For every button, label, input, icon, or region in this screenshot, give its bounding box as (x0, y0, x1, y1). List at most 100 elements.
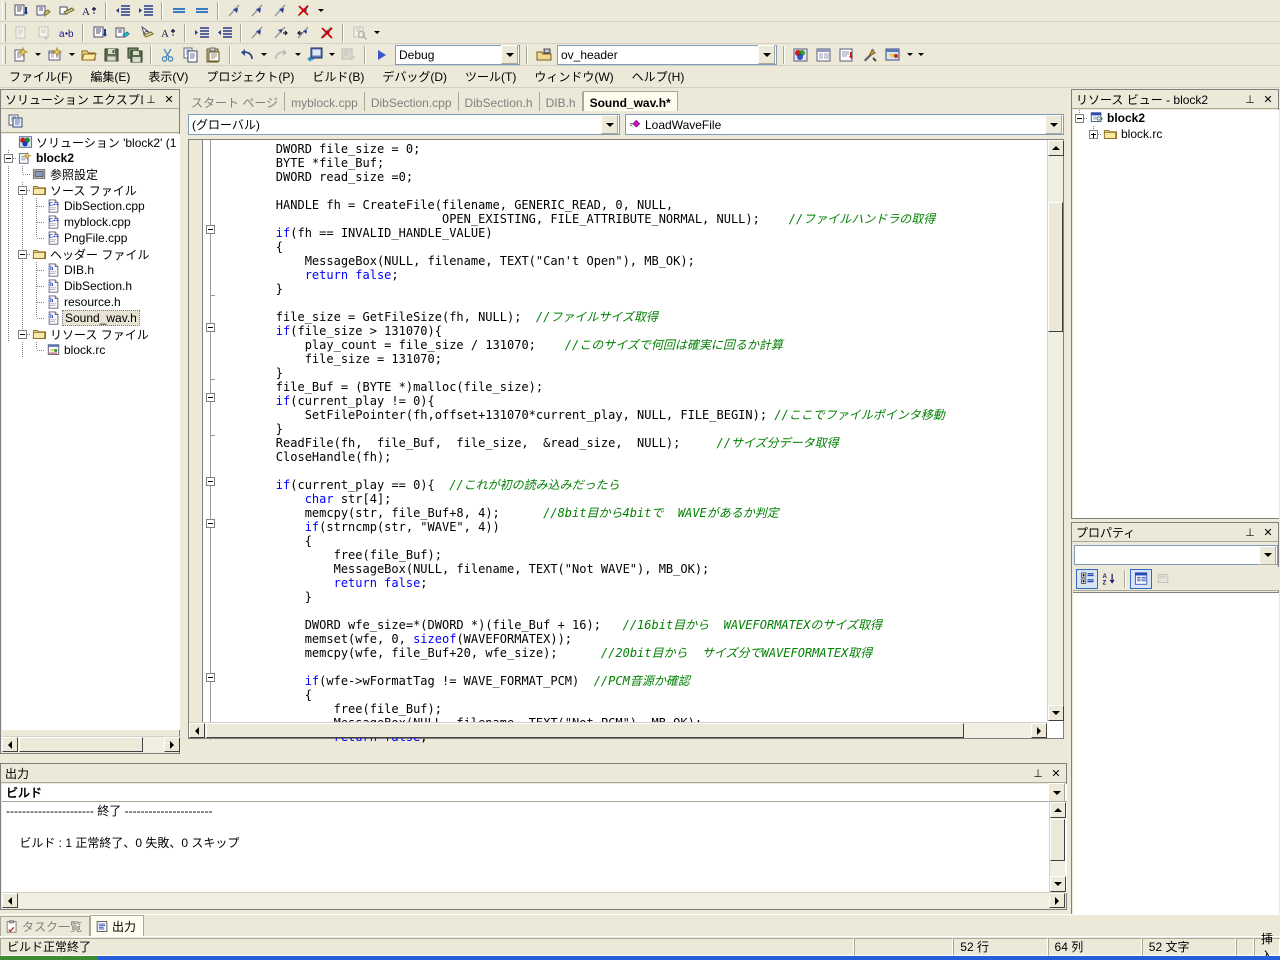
chevron-down-icon[interactable] (501, 45, 518, 64)
chevron-down-icon[interactable] (758, 45, 775, 64)
close-icon[interactable]: ✕ (1048, 766, 1064, 781)
menu-help[interactable]: ヘルプ(H) (623, 66, 694, 87)
tree-twisty-minus[interactable] (2, 150, 16, 166)
alphabetical-view-icon[interactable]: AZ (1098, 569, 1120, 589)
tree-item-source-folder[interactable]: ソース ファイル (2, 182, 180, 198)
toolbox-icon[interactable] (858, 44, 881, 66)
tree-item-project[interactable]: block2 (2, 150, 180, 166)
uncomment-block-icon[interactable] (32, 0, 55, 22)
navigate-back-icon[interactable] (303, 44, 326, 66)
scroll-up-button[interactable] (1048, 140, 1064, 156)
tree-item-rcproject[interactable]: C+ block2 (1073, 110, 1279, 126)
output-hscrollbar[interactable] (2, 892, 1065, 908)
tree-item-header-folder[interactable]: ヘッダー ファイル (2, 246, 180, 262)
paste-icon[interactable] (202, 44, 225, 66)
comment-block-icon[interactable] (9, 0, 32, 22)
editor-hscrollbar[interactable] (189, 722, 1047, 738)
menu-project[interactable]: プロジェクト(P) (197, 66, 303, 87)
save-icon[interactable] (100, 44, 123, 66)
toolbar-grip[interactable] (2, 45, 6, 64)
tree-twisty-minus[interactable] (16, 246, 30, 262)
prev-bookmark-icon[interactable] (292, 22, 315, 44)
add-item-dropdown[interactable] (66, 44, 77, 66)
tree-item-file[interactable]: h resource.h (2, 294, 180, 310)
vscroll-thumb[interactable] (1048, 202, 1063, 332)
tree-item-file[interactable]: C++ DibSection.cpp (2, 198, 180, 214)
toolbar-grip[interactable] (2, 23, 6, 42)
find-combo[interactable]: ov_header (557, 44, 777, 65)
fold-toggle[interactable] (206, 393, 215, 402)
output-source-selector[interactable]: ビルド (2, 783, 1067, 802)
hscroll-thumb[interactable] (206, 723, 964, 738)
properties-window-icon[interactable] (812, 44, 835, 66)
find-symbol-icon[interactable] (348, 22, 371, 44)
fold-toggle[interactable] (206, 323, 215, 332)
menu-view[interactable]: 表示(V) (139, 66, 197, 87)
indent-increase-icon[interactable] (134, 0, 157, 22)
scroll-left-button[interactable] (189, 723, 205, 738)
toolbar-grip[interactable] (2, 1, 6, 20)
pin-icon[interactable]: ⊥ (1242, 525, 1258, 540)
start-debug-icon[interactable] (370, 44, 393, 66)
toolbar-more-arrow[interactable] (904, 44, 915, 66)
bookmark-toggle-icon[interactable] (223, 0, 246, 22)
tab-dib-h[interactable]: DIB.h (540, 92, 583, 111)
tab-myblock-cpp[interactable]: myblock.cpp (285, 92, 365, 111)
outdent-icon[interactable] (190, 22, 213, 44)
tree-twisty-minus[interactable] (1073, 110, 1087, 126)
close-icon[interactable]: ✕ (1260, 92, 1276, 107)
toggle-bookmark-icon[interactable] (246, 22, 269, 44)
tree-twisty-plus[interactable] (1087, 126, 1101, 142)
menu-debug[interactable]: デバッグ(D) (373, 66, 456, 87)
scroll-right-button[interactable] (1049, 893, 1065, 908)
navigate-dropdown[interactable] (326, 44, 337, 66)
bottom-tab-tasklist[interactable]: タスク一覧 (0, 916, 91, 936)
tree-item-file[interactable]: h DibSection.h (2, 278, 180, 294)
select-ruler-icon[interactable] (134, 22, 157, 44)
undo-dropdown[interactable] (258, 44, 269, 66)
tree-item-file[interactable]: C++ myblock.cpp (2, 214, 180, 230)
font-size-icon[interactable]: A (78, 0, 101, 22)
add-item-icon[interactable] (43, 44, 66, 66)
redo-dropdown[interactable] (292, 44, 303, 66)
properties-object-combo[interactable] (1074, 545, 1278, 565)
scope-combo[interactable]: (グローバル) (188, 114, 620, 135)
editor-outlining-margin[interactable] (204, 140, 217, 740)
find-in-files-icon[interactable] (532, 44, 555, 66)
fold-toggle[interactable] (206, 225, 215, 234)
scroll-left-button[interactable] (2, 893, 18, 908)
member-combo[interactable]: LoadWaveFile (625, 114, 1064, 135)
menu-edit[interactable]: 編集(E) (81, 66, 139, 87)
comment-selection-icon[interactable] (88, 22, 111, 44)
vscroll-thumb[interactable] (1050, 819, 1065, 861)
navigate-forward-icon[interactable] (337, 44, 360, 66)
property-pages-icon[interactable] (1130, 568, 1152, 589)
save-all-icon[interactable] (123, 44, 146, 66)
bookmark-clear-icon[interactable] (292, 0, 315, 22)
pin-icon[interactable]: ⊥ (1030, 766, 1046, 781)
class-view-icon[interactable] (835, 44, 858, 66)
categorized-view-icon[interactable] (1076, 568, 1098, 589)
copy-icon[interactable] (179, 44, 202, 66)
fold-toggle[interactable] (206, 477, 215, 486)
indent-decrease-icon[interactable] (111, 0, 134, 22)
scroll-down-button[interactable] (1050, 876, 1066, 892)
bookmark-prev-icon[interactable] (269, 0, 292, 22)
resource-view-icon[interactable] (881, 44, 904, 66)
close-icon[interactable]: ✕ (1260, 525, 1276, 540)
align-right-icon[interactable] (190, 0, 213, 22)
ruler-icon[interactable] (55, 0, 78, 22)
scroll-left-button[interactable] (2, 737, 18, 752)
events-icon[interactable] (1152, 569, 1174, 589)
pin-icon[interactable]: ⊥ (1242, 92, 1258, 107)
menu-window[interactable]: ウィンドウ(W) (525, 66, 622, 87)
next-bookmark-icon[interactable] (269, 22, 292, 44)
hscroll-thumb[interactable] (19, 737, 143, 752)
output-text[interactable]: ---------------------- 終了 --------------… (2, 802, 1067, 893)
code-text[interactable]: DWORD file_size = 0; BYTE *file_Buf; DWO… (218, 142, 1046, 744)
tree-item-rcfile[interactable]: block.rc (1073, 126, 1279, 142)
pin-icon[interactable]: ⊥ (143, 92, 159, 107)
scroll-right-button[interactable] (1031, 723, 1047, 738)
output-vscrollbar[interactable] (1049, 802, 1066, 892)
tree-item-file[interactable]: C++ PngFile.cpp (2, 230, 180, 246)
